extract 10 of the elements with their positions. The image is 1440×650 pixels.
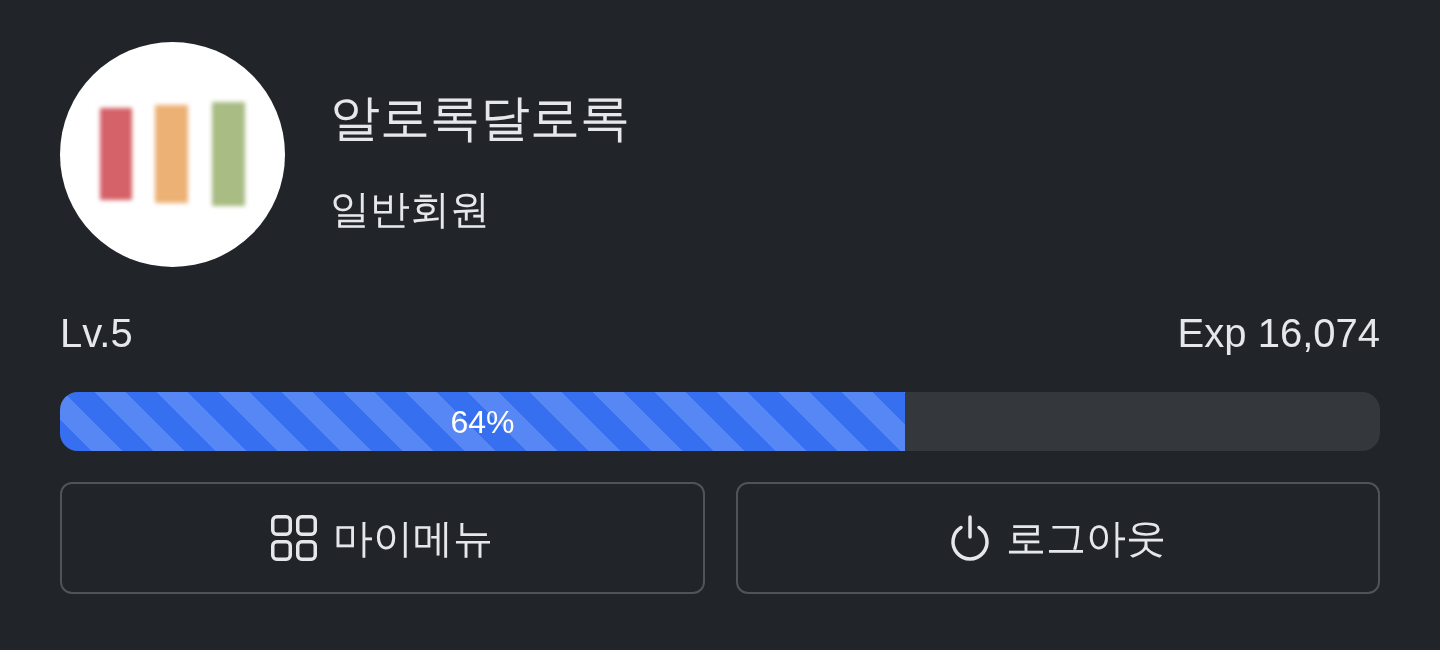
member-grade-text: 일반회원 (330, 186, 491, 233)
my-menu-button[interactable]: 마이메뉴 (60, 482, 705, 594)
power-icon (949, 515, 990, 561)
level-text: Lv.5 (60, 310, 133, 357)
percent-text: 64% (450, 402, 515, 442)
logout-button[interactable]: 로그아웃 (735, 482, 1380, 594)
avatar-icon (60, 42, 285, 267)
username-text: 알로록달로록 (330, 89, 630, 148)
exp-text: Exp 16,074 (1177, 310, 1380, 357)
grid-icon (271, 515, 318, 561)
